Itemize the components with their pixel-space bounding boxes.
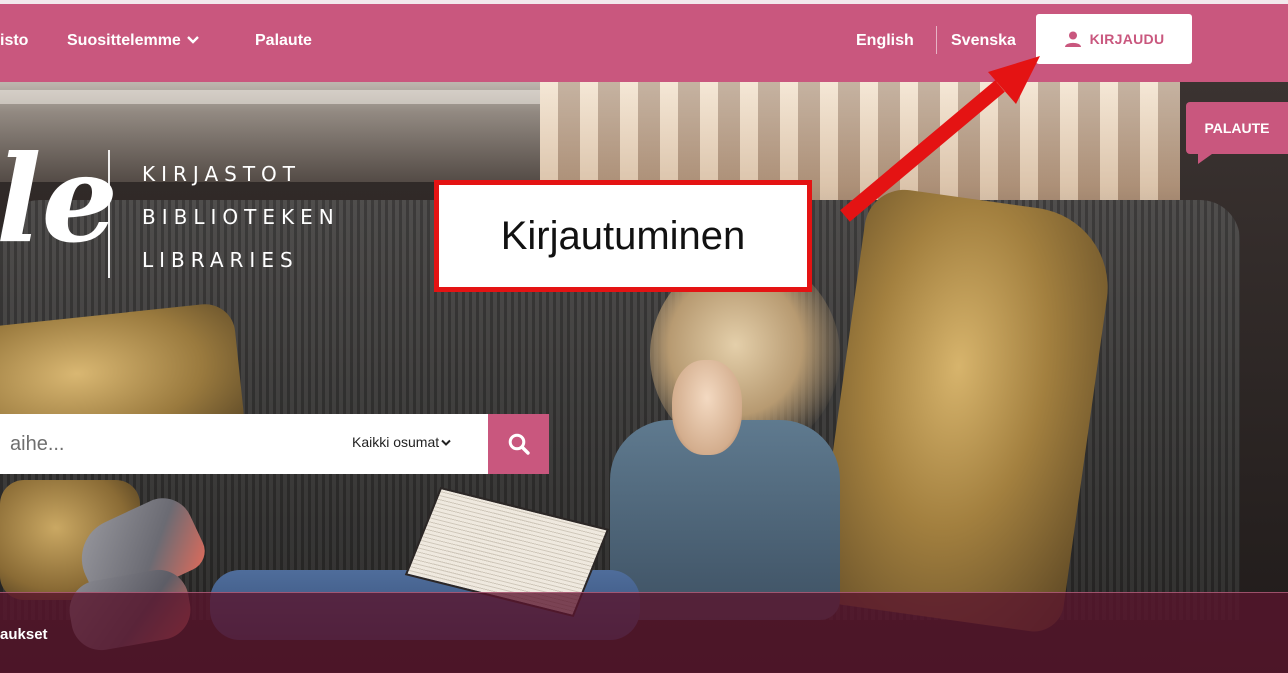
chevron-down-icon — [186, 33, 199, 48]
hero-image — [0, 0, 1288, 672]
logo-line-kirjastot: KIRJASTOT — [142, 162, 302, 186]
nav-item-palaute[interactable]: Palaute — [255, 32, 312, 50]
feedback-tab-tail — [1198, 154, 1212, 164]
top-navigation: isto Suosittelemme Palaute English Svens… — [0, 0, 1288, 82]
logo-line-libraries: LIBRARIES — [142, 248, 299, 272]
annotation-label: Kirjautuminen — [500, 213, 746, 258]
logo-divider — [108, 150, 110, 278]
annotation-box: Kirjautuminen — [434, 180, 812, 292]
child-face — [672, 360, 742, 455]
logo-script: le — [0, 129, 118, 270]
search-icon — [508, 433, 530, 455]
language-label: Svenska — [951, 32, 1016, 49]
language-divider — [936, 26, 937, 54]
language-label: English — [856, 32, 914, 49]
window-frame — [0, 90, 540, 104]
feedback-tab-label: PALAUTE — [1204, 120, 1270, 136]
search-button[interactable] — [488, 414, 549, 474]
search-scope-select[interactable]: Kaikki osumat — [352, 434, 451, 450]
login-label: KIRJAUDU — [1089, 31, 1165, 47]
search-scope-label: Kaikki osumat — [352, 434, 440, 450]
nav-item-label: Suosittelemme — [67, 32, 181, 49]
nav-item-kirjasto[interactable]: isto — [0, 32, 28, 50]
bottom-band: aukset — [0, 592, 1288, 673]
login-button[interactable]: KIRJAUDU — [1036, 14, 1192, 64]
search-bar: Kaikki osumat — [0, 414, 488, 474]
logo-line-biblioteken: BIBLIOTEKEN — [142, 205, 340, 229]
topbar-strip — [0, 0, 1288, 4]
search-input[interactable] — [0, 414, 330, 474]
user-icon — [1064, 31, 1081, 47]
language-svenska[interactable]: Svenska — [951, 32, 1016, 50]
nav-item-label: isto — [0, 32, 29, 49]
bottom-section-label[interactable]: aukset — [0, 626, 48, 643]
feedback-tab[interactable]: PALAUTE — [1186, 102, 1288, 154]
nav-item-suosittelemme[interactable]: Suosittelemme — [67, 32, 199, 50]
chevron-down-icon — [441, 438, 451, 450]
language-english[interactable]: English — [856, 32, 914, 50]
nav-item-label: Palaute — [255, 32, 312, 49]
